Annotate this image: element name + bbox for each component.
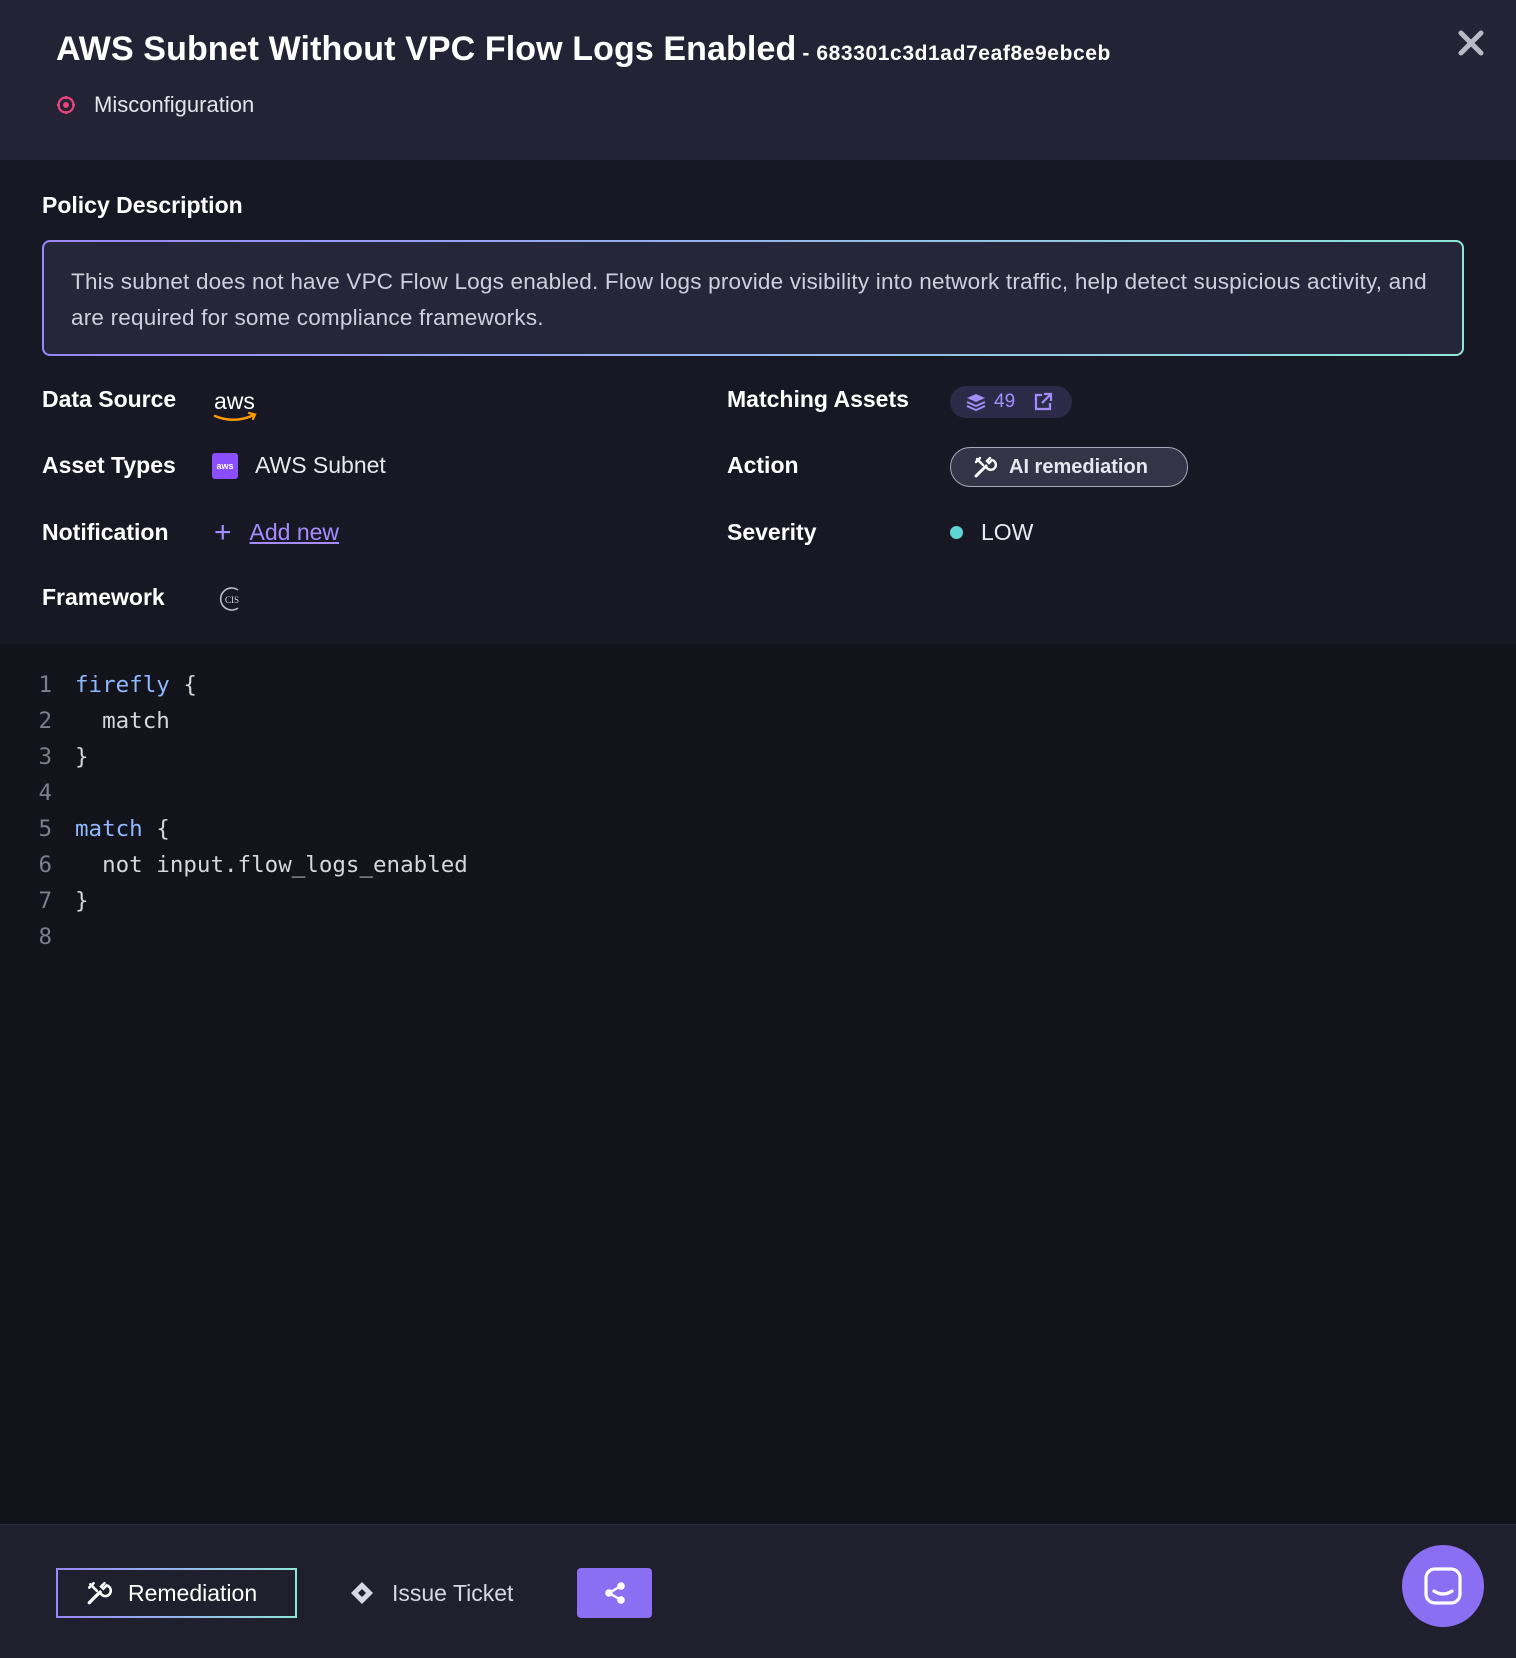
data-source-label: Data Source xyxy=(42,386,177,412)
layers-icon xyxy=(966,394,986,411)
issue-ticket-button[interactable]: Issue Ticket xyxy=(348,1568,513,1618)
line-number: 4 xyxy=(38,780,52,806)
close-icon xyxy=(1458,30,1484,56)
aws-subnet-icon: aws xyxy=(212,452,238,479)
chat-launcher-button[interactable] xyxy=(1402,1545,1484,1627)
code-keyword: firefly xyxy=(75,672,170,698)
category-label: Misconfiguration xyxy=(94,92,255,117)
code-line: 2 match xyxy=(0,703,170,739)
framework-label: Framework xyxy=(42,584,165,610)
code-line: 7 } xyxy=(0,883,89,919)
matching-assets-count: 49 xyxy=(994,391,1016,412)
code-rest: { xyxy=(142,816,170,842)
wrench-icon xyxy=(974,456,997,478)
action-label: Action xyxy=(727,452,799,478)
share-button[interactable] xyxy=(577,1568,652,1618)
line-number: 7 xyxy=(38,888,52,914)
close-button[interactable] xyxy=(1456,28,1486,58)
severity-text: LOW xyxy=(981,519,1034,545)
remediation-button-inner: Remediation xyxy=(58,1570,295,1616)
code-line: 6 not input.flow_logs_enabled xyxy=(0,847,468,883)
code-line: 8 xyxy=(0,919,75,955)
chat-icon xyxy=(1424,1567,1462,1605)
misconfiguration-icon xyxy=(57,96,75,114)
line-number: 3 xyxy=(38,744,52,770)
code-rest: not input.flow_logs_enabled xyxy=(75,852,468,878)
diamond-icon xyxy=(351,1582,373,1604)
severity-value: LOW xyxy=(950,519,1033,546)
policy-title: AWS Subnet Without VPC Flow Logs Enabled xyxy=(56,30,797,68)
external-link-icon[interactable] xyxy=(1033,392,1053,412)
code-text: match xyxy=(75,708,170,734)
add-notification[interactable]: + Add new xyxy=(214,515,340,549)
code-text: match { xyxy=(75,816,170,842)
code-text: not input.flow_logs_enabled xyxy=(75,852,468,878)
modal-header xyxy=(0,0,1516,160)
line-number: 1 xyxy=(38,672,52,698)
notification-label: Notification xyxy=(42,519,169,545)
asset-types-label: Asset Types xyxy=(42,452,176,478)
policy-description-title: Policy Description xyxy=(42,192,243,218)
code-text: } xyxy=(75,744,89,770)
code-rest: } xyxy=(75,744,89,770)
line-number: 6 xyxy=(38,852,52,878)
ai-remediation-label: AI remediation xyxy=(1009,455,1148,478)
policy-description-box: This subnet does not have VPC Flow Logs … xyxy=(42,240,1464,356)
line-number: 5 xyxy=(38,816,52,842)
code-rest: { xyxy=(169,672,197,698)
matching-assets-button[interactable]: 49 xyxy=(950,386,1072,418)
policy-id: - 683301c3d1ad7eaf8e9ebceb xyxy=(802,42,1111,65)
code-text: } xyxy=(75,888,89,914)
line-number: 8 xyxy=(38,924,52,950)
asset-type-text: AWS Subnet xyxy=(255,452,386,478)
issue-ticket-label: Issue Ticket xyxy=(392,1579,514,1606)
asset-type-value: aws AWS Subnet xyxy=(212,452,386,479)
code-line: 5 match { xyxy=(0,811,170,847)
code-line: 3 } xyxy=(0,739,89,775)
code-line: 4 xyxy=(0,775,75,811)
matching-assets-label: Matching Assets xyxy=(727,386,909,412)
plus-icon: + xyxy=(214,515,232,549)
code-text: firefly { xyxy=(75,672,197,698)
policy-description-text: This subnet does not have VPC Flow Logs … xyxy=(44,242,1462,354)
remediation-button[interactable]: Remediation xyxy=(56,1568,297,1618)
line-number: 2 xyxy=(38,708,52,734)
wrench-icon xyxy=(87,1581,112,1605)
code-editor[interactable]: 1 firefly { 2 match 3 } 4 5 match { 6 no… xyxy=(0,644,1516,1524)
code-keyword: match xyxy=(75,816,143,842)
severity-label: Severity xyxy=(727,519,817,545)
aws-logo-text: aws xyxy=(214,388,255,414)
category-badge: Misconfiguration xyxy=(56,92,254,118)
cis-icon-text: CIS xyxy=(225,595,239,605)
share-icon xyxy=(604,1582,625,1604)
title-row: AWS Subnet Without VPC Flow Logs Enabled… xyxy=(56,30,1111,69)
severity-dot xyxy=(950,526,963,539)
code-rest: match xyxy=(75,708,170,734)
ai-remediation-button[interactable]: AI remediation xyxy=(950,447,1188,487)
cis-icon: CIS xyxy=(218,586,244,612)
code-line: 1 firefly { xyxy=(0,667,197,703)
add-new-link[interactable]: Add new xyxy=(250,519,340,546)
remediation-label: Remediation xyxy=(128,1579,258,1606)
code-rest: } xyxy=(75,888,89,914)
aws-logo: aws xyxy=(212,386,260,424)
